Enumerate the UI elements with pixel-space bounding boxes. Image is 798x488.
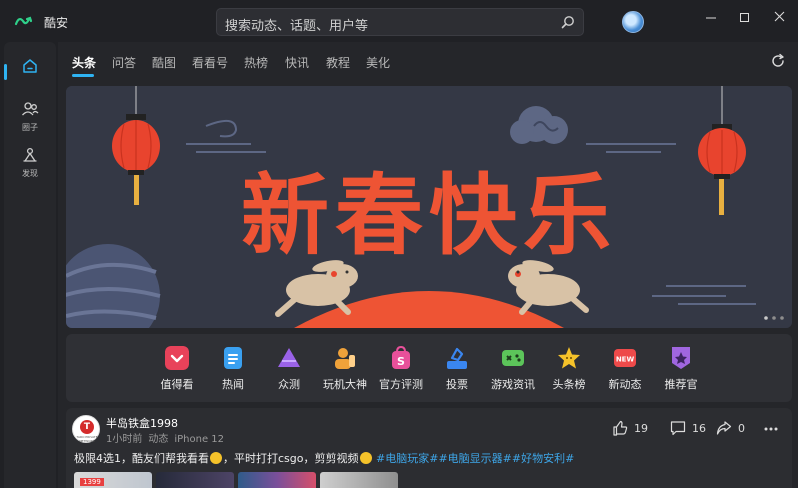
- post-body: 极限4选1，酷友们帮我看看 ，平时打打csgo，剪剪视频 #电脑玩家##电脑显示器…: [74, 450, 574, 466]
- comment-count: 16: [692, 422, 706, 435]
- tab-themes[interactable]: 美化: [366, 54, 390, 71]
- sidebar-item-label: 圈子: [22, 123, 38, 132]
- search-box[interactable]: 搜索动态、话题、用户等: [216, 8, 584, 36]
- shortcut-label: 新动态: [608, 378, 642, 391]
- tab-kankan[interactable]: 看看号: [192, 54, 228, 71]
- discover-icon: [23, 147, 37, 162]
- group-icon: [22, 102, 39, 116]
- post-time: 1小时前: [106, 434, 143, 445]
- heart-eyes-emoji-icon: [359, 452, 372, 464]
- post-device: iPhone 12: [174, 434, 225, 445]
- shortcut-game-news[interactable]: 游戏资讯: [484, 342, 542, 398]
- post-author-name[interactable]: 半岛铁盒1998: [106, 415, 178, 431]
- promo-banner[interactable]: 新春快乐: [66, 86, 792, 328]
- shortcut-label: 投票: [446, 378, 468, 391]
- shortcut-label: 推荐官: [664, 378, 698, 391]
- post-image[interactable]: [238, 472, 316, 488]
- shortcut-phone-master[interactable]: 玩机大神: [316, 342, 374, 398]
- tab-flash-news[interactable]: 快讯: [285, 54, 309, 71]
- title-bar: 酷安 搜索动态、话题、用户等: [0, 0, 798, 42]
- post-image[interactable]: [320, 472, 398, 488]
- shortcut-official-review[interactable]: S 官方评测: [372, 342, 430, 398]
- shortcut-recommender[interactable]: 推荐官: [652, 342, 710, 398]
- avatar-caption: TARO PRIVATE NETWORK: [76, 435, 98, 443]
- shortcut-vote[interactable]: 投票: [428, 342, 486, 398]
- post-tag-good-stuff[interactable]: #好物安利#: [512, 452, 574, 465]
- shortcut-new-posts[interactable]: NEW 新动态: [596, 342, 654, 398]
- shortcut-worth-seeing[interactable]: 值得看: [148, 342, 206, 398]
- post-type: 动态: [148, 434, 169, 445]
- sidebar-item-discover[interactable]: 发现: [4, 140, 56, 186]
- post-image[interactable]: [156, 472, 234, 488]
- gamepad-icon: [502, 350, 524, 366]
- sidebar-item-label: 发现: [22, 169, 38, 178]
- shortcut-crowd-test[interactable]: 众测: [260, 342, 318, 398]
- app-title: 酷安: [44, 16, 69, 30]
- thumbs-up-icon: [613, 420, 628, 436]
- tab-bar: 头条 问答 酷图 看看号 热榜 快讯 教程 美化: [58, 42, 798, 82]
- search-icon[interactable]: [561, 15, 575, 29]
- dizzy-face-emoji-icon: [210, 452, 222, 464]
- shortcut-label: 头条榜: [552, 378, 586, 391]
- shortcut-hot-news[interactable]: 热闻: [204, 342, 262, 398]
- sidebar: 圈子 发现: [4, 42, 56, 488]
- news-icon: [224, 347, 242, 369]
- tab-active-underline: [72, 74, 94, 77]
- share-count: 0: [738, 422, 745, 435]
- tab-headlines[interactable]: 头条: [72, 54, 96, 71]
- comment-icon: [670, 421, 686, 436]
- vote-icon: [447, 347, 467, 369]
- close-icon[interactable]: [756, 4, 798, 32]
- shortcut-headline-ranking[interactable]: 头条榜: [540, 342, 598, 398]
- spring-festival-illustration: 新春快乐: [66, 86, 792, 328]
- main-content: 头条 问答 酷图 看看号 热榜 快讯 教程 美化 新春快乐 值得看 热闻 众测 …: [58, 42, 798, 488]
- shortcut-label: 热闻: [222, 378, 244, 391]
- shortcut-label: 众测: [278, 378, 300, 391]
- star-icon: [558, 347, 580, 369]
- new-icon: NEW: [614, 349, 636, 367]
- svg-text:NEW: NEW: [616, 356, 635, 364]
- badge-icon: [672, 347, 690, 369]
- tab-cool-pics[interactable]: 酷图: [152, 54, 176, 71]
- shortcut-label: 玩机大神: [323, 378, 367, 391]
- tab-hot-list[interactable]: 热榜: [244, 54, 268, 71]
- active-indicator: [4, 64, 7, 80]
- shortcut-label: 游戏资讯: [491, 378, 535, 391]
- post-text-b: ，平时打打csgo，剪剪视频: [223, 452, 359, 465]
- post-image[interactable]: 1399: [74, 472, 152, 488]
- home-icon: [23, 59, 37, 73]
- tab-qa[interactable]: 问答: [112, 54, 136, 71]
- price-tag: 1399: [80, 478, 104, 486]
- like-count: 19: [634, 422, 648, 435]
- avatar-letter: T: [80, 420, 94, 434]
- coolapk-logo-icon: [14, 16, 33, 26]
- sidebar-item-home[interactable]: [4, 48, 56, 94]
- search-input[interactable]: 搜索动态、话题、用户等: [225, 15, 368, 34]
- post-meta: 1小时前 动态 iPhone 12: [106, 430, 230, 445]
- banner-headline: 新春快乐: [241, 164, 617, 267]
- tab-tutorials[interactable]: 教程: [326, 54, 350, 71]
- shortcut-label: 值得看: [160, 378, 194, 391]
- post-text-a: 极限4选1，酷友们帮我看看: [74, 452, 209, 465]
- triangle-icon: [278, 348, 300, 367]
- feed-post[interactable]: T TARO PRIVATE NETWORK 半岛铁盒1998 1小时前 动态 iP…: [66, 408, 792, 488]
- person-icon: [335, 348, 355, 369]
- user-avatar[interactable]: [622, 11, 644, 33]
- heart-icon: [165, 346, 189, 370]
- refresh-icon[interactable]: [770, 53, 786, 69]
- post-author-avatar[interactable]: T TARO PRIVATE NETWORK: [72, 415, 100, 443]
- sidebar-item-group[interactable]: 圈子: [4, 94, 56, 140]
- post-tag-monitor[interactable]: #电脑显示器#: [438, 452, 511, 465]
- more-options-icon[interactable]: [764, 427, 778, 431]
- post-tag-pc-gamer[interactable]: #电脑玩家#: [376, 452, 438, 465]
- svg-text:S: S: [397, 355, 405, 368]
- share-icon: [716, 421, 732, 435]
- shortcut-label: 官方评测: [379, 378, 423, 391]
- shop-bag-icon: S: [392, 346, 410, 369]
- shortcut-bar: 值得看 热闻 众测 玩机大神 S 官方评测 投票 游戏资讯 头条榜 NEW 新动…: [66, 334, 792, 402]
